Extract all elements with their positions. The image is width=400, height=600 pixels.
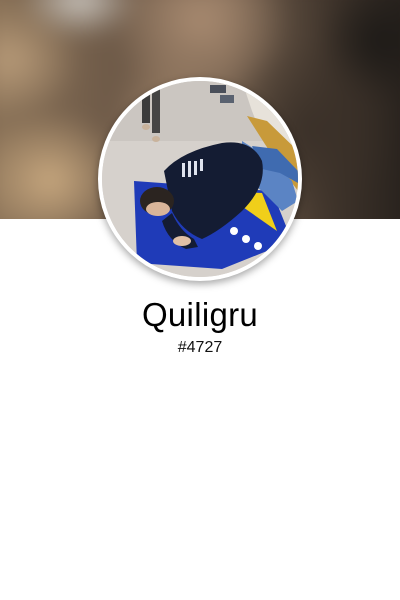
profile-avatar[interactable]: [98, 77, 302, 281]
avatar-photo-icon: [102, 81, 298, 277]
user-discriminator: #4727: [177, 339, 223, 356]
username: Quiligru: [141, 296, 259, 333]
